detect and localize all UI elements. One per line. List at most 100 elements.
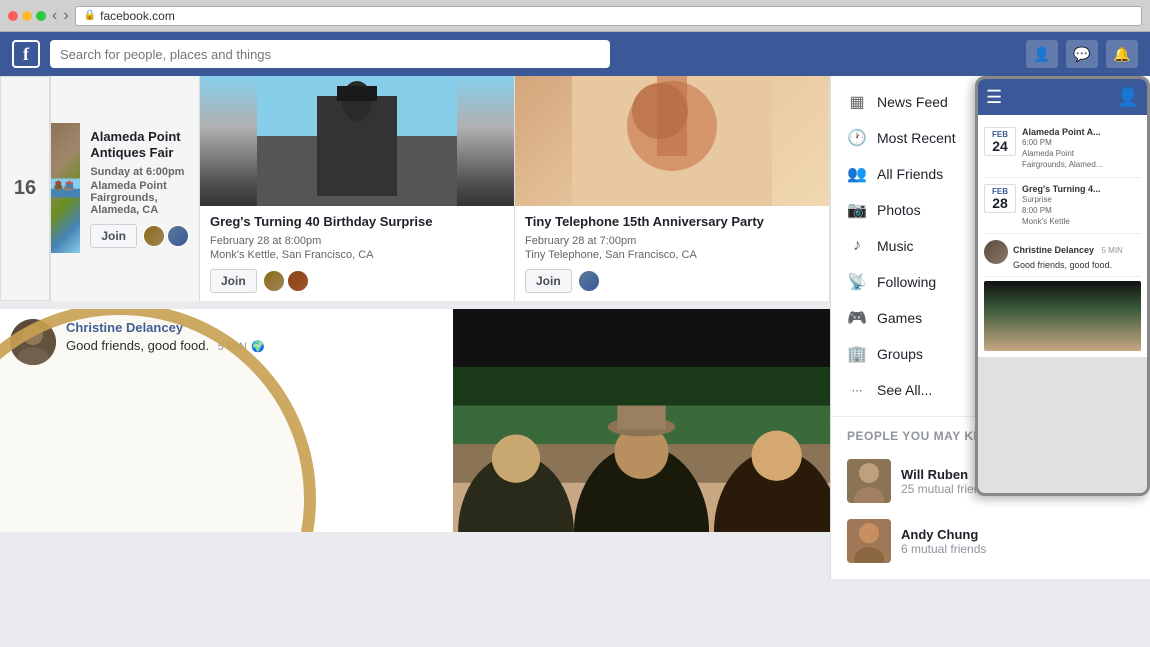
back-button[interactable]: ‹	[52, 7, 57, 25]
mobile-day-1: 24	[990, 139, 1010, 153]
event-date-telephone: February 28 at 7:00pm	[525, 235, 819, 247]
event-title-antiques: Alameda Point Antiques Fair	[90, 129, 189, 163]
pymk-mutual-andychung: 6 mutual friends	[901, 542, 1134, 556]
music-icon: ♪	[847, 236, 867, 256]
facebook-navbar: f 👤 💬 🔔	[0, 32, 1150, 76]
mobile-friends-icon[interactable]: 👤	[1117, 87, 1139, 108]
friend-avatar-b2	[287, 270, 309, 292]
event-actions-telephone: Join	[525, 269, 819, 293]
mobile-post-content: Christine Delancey 5 MIN Good friends, g…	[1013, 240, 1123, 270]
post-area: Christine Delancey Good friends, good fo…	[0, 301, 830, 532]
nav-icons: 👤 💬 🔔	[1026, 40, 1138, 68]
event-img-telephone	[515, 76, 829, 206]
mobile-event-title-1: Alameda Point A...	[1022, 127, 1102, 137]
mobile-event-info-1: Alameda Point A... 6:00 PM Alameda Point…	[1022, 127, 1102, 171]
post-globe-icon: 🌍	[251, 341, 265, 353]
messages-icon[interactable]: 💬	[1066, 40, 1098, 68]
forward-button[interactable]: ›	[63, 7, 68, 25]
main-layout: 16	[0, 76, 1150, 647]
mobile-day-2: 28	[990, 196, 1010, 210]
mobile-event-info-2: Greg's Turning 4... Surprise 8:00 PM Mon…	[1022, 184, 1100, 228]
mobile-header: ☰ 👤	[978, 79, 1147, 115]
games-icon: 🎮	[847, 308, 867, 328]
mobile-mockup: ☰ 👤 FEB 24 Alameda Point A... 6:00 PM Al…	[975, 76, 1150, 496]
event-title-birthday: Greg's Turning 40 Birthday Surprise	[210, 214, 504, 231]
search-input[interactable]	[50, 40, 610, 68]
event-body-antiques: Alameda Point Antiques Fair Sunday at 6:…	[80, 121, 199, 257]
pymk-person-2: Andy Chung 6 mutual friends	[831, 511, 1150, 571]
event-actions-antiques: Join	[90, 224, 189, 248]
pymk-avatar-willruben	[847, 459, 891, 503]
event-number-card: 16	[0, 76, 50, 301]
friend-avatar-1	[143, 225, 165, 247]
mobile-post-author: Christine Delancey	[1013, 245, 1094, 255]
sidebar-label-mostrecent: Most Recent	[877, 130, 956, 146]
mobile-date-2: FEB 28	[984, 184, 1016, 213]
event-location-antiques: Alameda Point Fairgrounds, Alameda, CA	[90, 180, 189, 216]
pymk-avatar-andychung	[847, 519, 891, 563]
mobile-menu-icon[interactable]: ☰	[986, 87, 1002, 108]
sidebar-label-games: Games	[877, 310, 922, 326]
author-link[interactable]: Christine Delancey	[66, 320, 183, 335]
event-card-telephone: Tiny Telephone 15th Anniversary Party Fe…	[515, 76, 830, 301]
join-button-telephone[interactable]: Join	[525, 269, 572, 293]
mobile-event-title-2: Greg's Turning 4...	[1022, 184, 1100, 194]
post-photo-bg	[453, 309, 830, 532]
maximize-dot[interactable]	[36, 11, 46, 21]
mobile-post-photo	[984, 281, 1141, 351]
pymk-name-andychung[interactable]: Andy Chung	[901, 527, 1134, 542]
events-container: 16	[0, 76, 830, 301]
event-number: 16	[14, 177, 36, 200]
groups-icon: 🏢	[847, 344, 867, 364]
event-date-antiques: Sunday at 6:00pm	[90, 166, 189, 178]
event-location-telephone: Tiny Telephone, San Francisco, CA	[525, 249, 819, 261]
event-location-birthday: Monk's Kettle, San Francisco, CA	[210, 249, 504, 261]
friend-avatars-antiques	[143, 225, 189, 247]
sidebar-label-music: Music	[877, 238, 914, 254]
mobile-post-time: 5 MIN	[1101, 246, 1122, 255]
minimize-dot[interactable]	[22, 11, 32, 21]
event-card-antiques: Alameda Point Antiques Fair Sunday at 6:…	[50, 76, 200, 301]
close-dot[interactable]	[8, 11, 18, 21]
window-controls	[8, 11, 46, 21]
friend-avatars-telephone	[578, 270, 600, 292]
address-bar[interactable]: 🔒 facebook.com	[75, 6, 1142, 26]
friend-avatar-t1	[578, 270, 600, 292]
post-body: Good friends, good food. 5 MIN 🌍	[66, 337, 443, 355]
event-actions-birthday: Join	[210, 269, 504, 293]
notifications-icon[interactable]: 🔔	[1106, 40, 1138, 68]
right-sidebar-area: ☰ 👤 FEB 24 Alameda Point A... 6:00 PM Al…	[830, 76, 1150, 647]
left-panel: 16	[0, 76, 830, 647]
join-button-antiques[interactable]: Join	[90, 224, 137, 248]
allfriends-icon: 👥	[847, 164, 867, 184]
mobile-event-sub-1: 6:00 PM Alameda Point Fairgrounds, Alame…	[1022, 137, 1102, 171]
mobile-event-2: FEB 28 Greg's Turning 4... Surprise 8:00…	[984, 178, 1141, 235]
sidebar-label-following: Following	[877, 274, 936, 290]
sidebar-label-newsfeed: News Feed	[877, 94, 948, 110]
following-icon: 📡	[847, 272, 867, 292]
event-body-telephone: Tiny Telephone 15th Anniversary Party Fe…	[515, 206, 829, 301]
sidebar-label-seeall: See All...	[877, 382, 932, 398]
pymk-info-andychung: Andy Chung 6 mutual friends	[901, 527, 1134, 556]
mobile-post: Christine Delancey 5 MIN Good friends, g…	[984, 234, 1141, 277]
mostrecent-icon: 🕐	[847, 128, 867, 148]
mobile-event-1: FEB 24 Alameda Point A... 6:00 PM Alamed…	[984, 121, 1141, 178]
photos-icon: 📷	[847, 200, 867, 220]
newsfeed-icon: ▦	[847, 92, 867, 112]
join-button-birthday[interactable]: Join	[210, 269, 257, 293]
post-author-avatar	[10, 319, 56, 365]
friend-avatars-birthday	[263, 270, 309, 292]
post-author-name: Christine Delancey	[66, 319, 443, 337]
seeall-icon: ⋯	[847, 380, 867, 400]
mobile-post-text: Good friends, good food.	[1013, 260, 1123, 270]
post-info: Christine Delancey Good friends, good fo…	[66, 309, 453, 532]
friend-avatar-b1	[263, 270, 285, 292]
event-img-birthday	[200, 76, 514, 206]
event-img-antiques	[51, 123, 80, 253]
mobile-event-sub-2: Surprise 8:00 PM Monk's Kettle	[1022, 194, 1100, 228]
event-card-birthday: Greg's Turning 40 Birthday Surprise Febr…	[200, 76, 515, 301]
facebook-logo[interactable]: f	[12, 40, 40, 68]
friends-icon[interactable]: 👤	[1026, 40, 1058, 68]
event-title-telephone: Tiny Telephone 15th Anniversary Party	[525, 214, 819, 231]
browser-chrome: ‹ › 🔒 facebook.com	[0, 0, 1150, 32]
